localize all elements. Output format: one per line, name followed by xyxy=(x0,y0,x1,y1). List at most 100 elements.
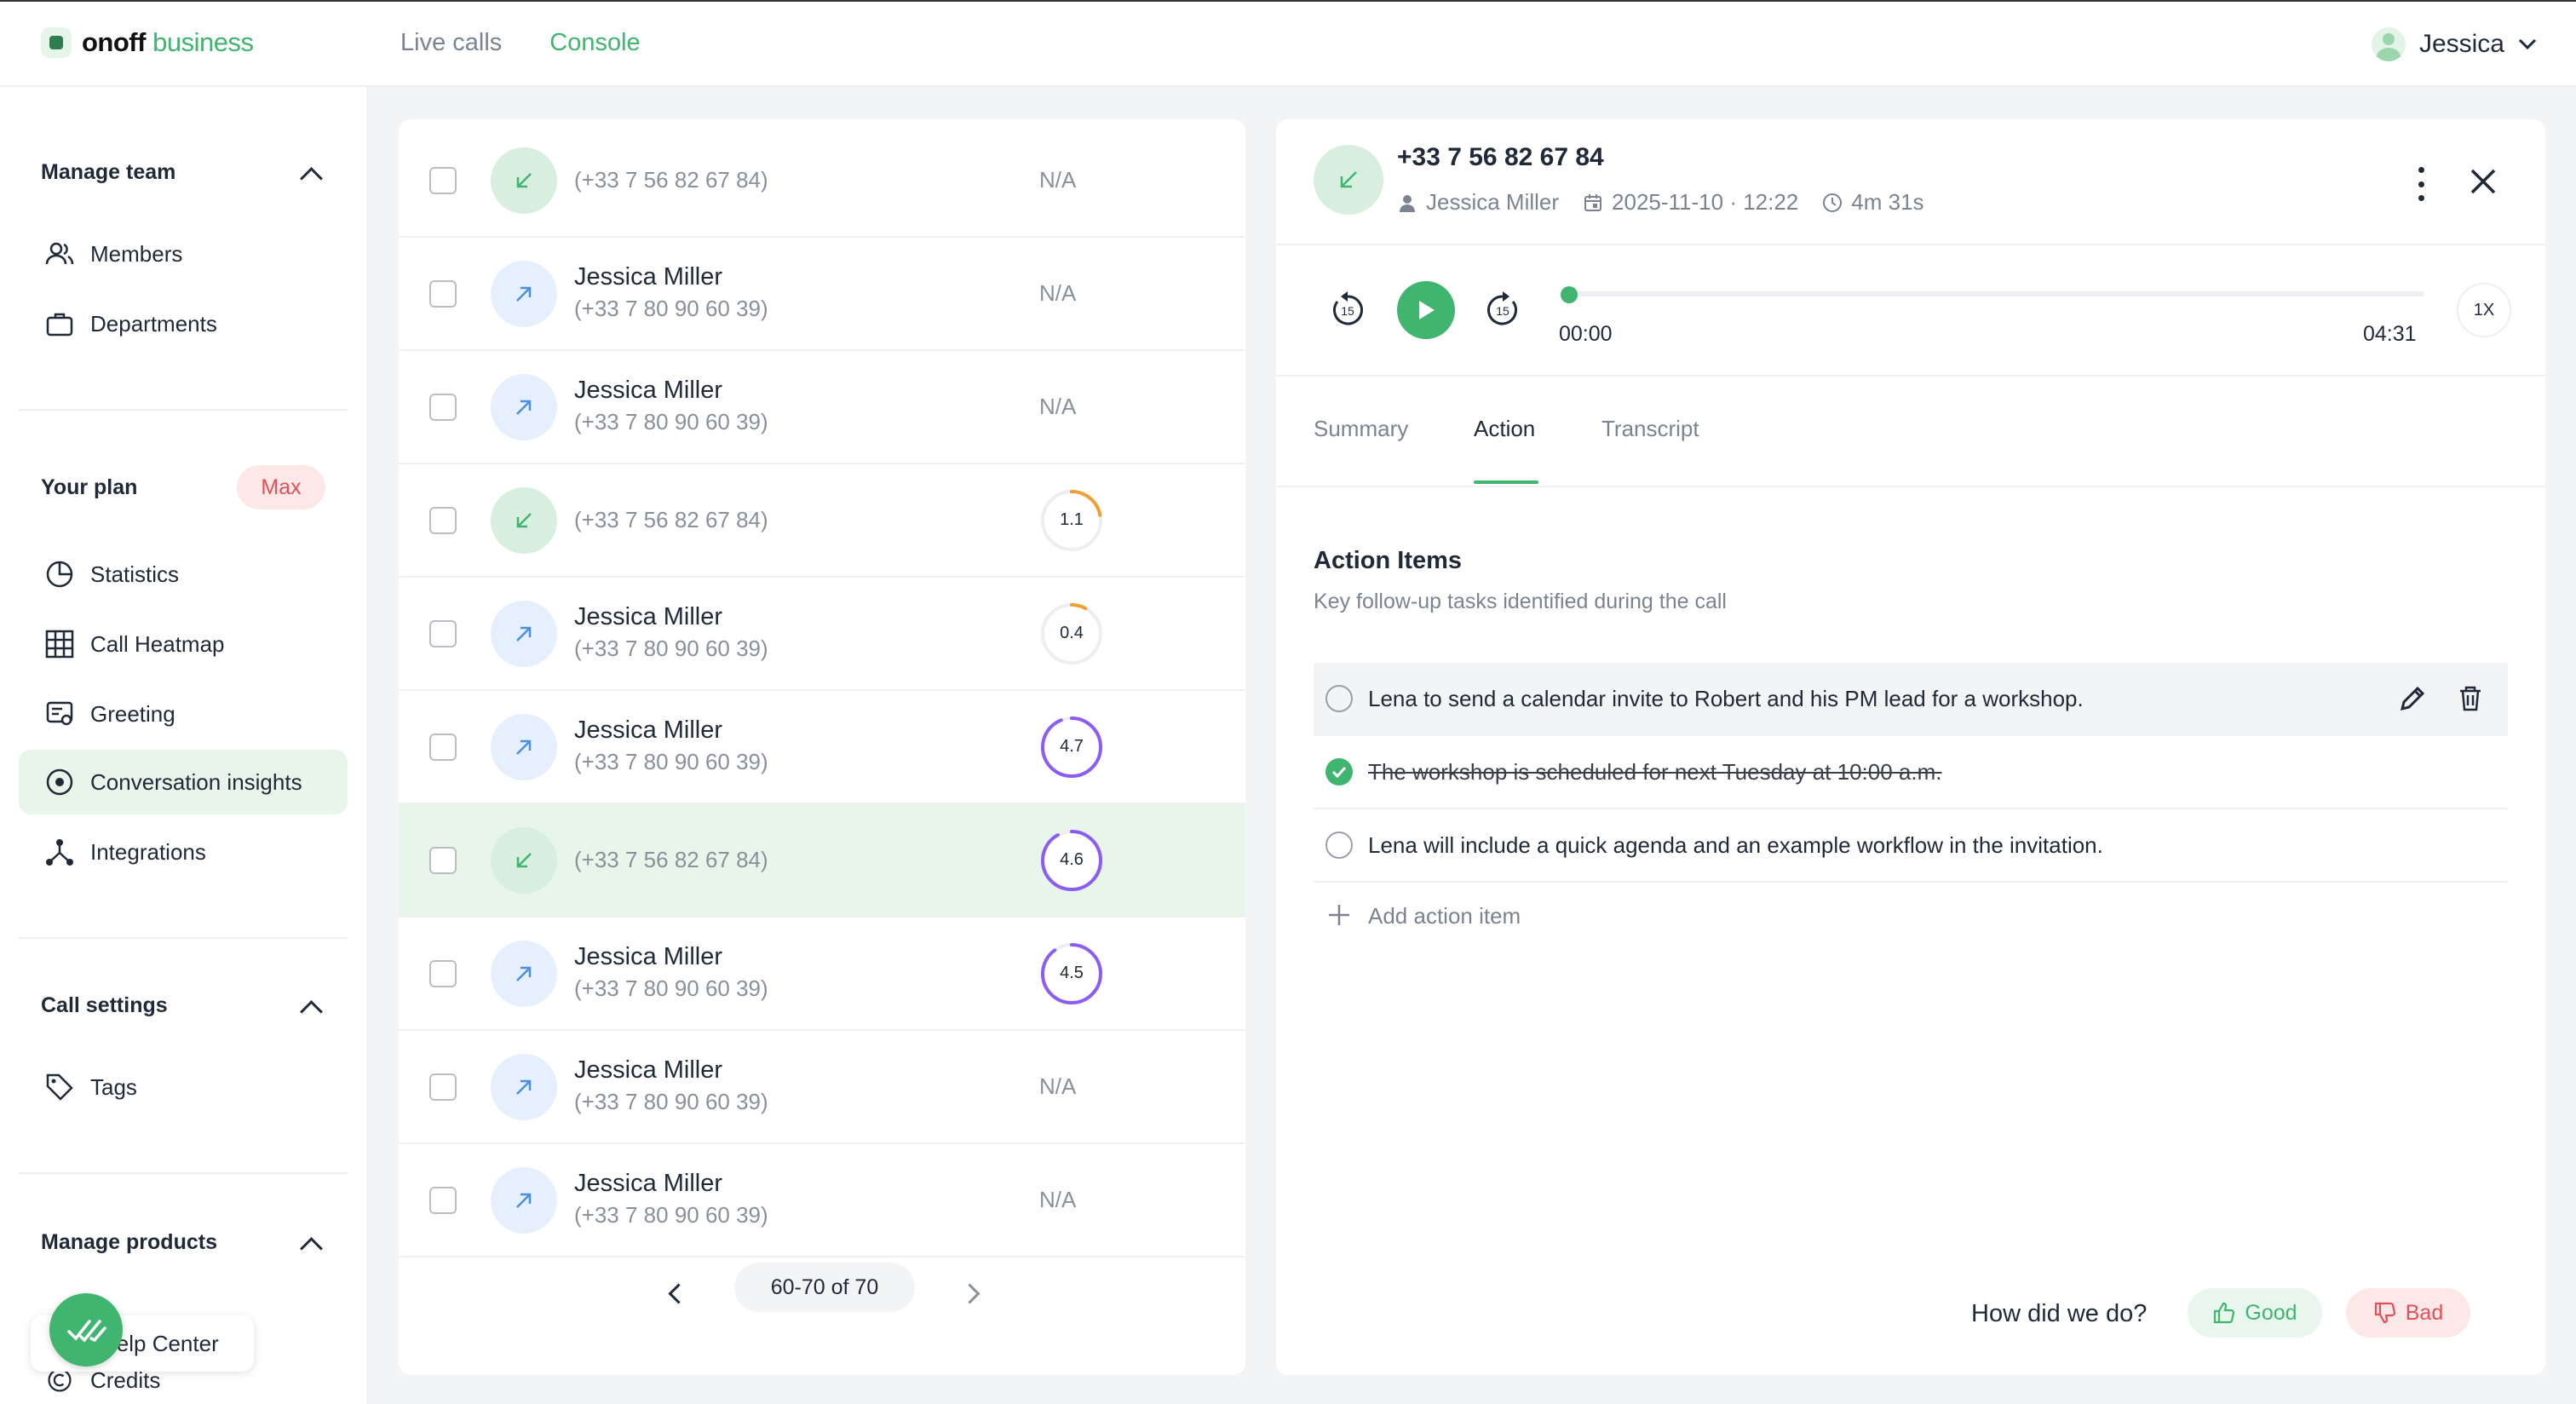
phone-number: (+33 7 80 90 60 39) xyxy=(574,1202,768,1228)
call-phone-number: +33 7 56 82 67 84 xyxy=(1397,143,1604,171)
sidebar-item-label: Members xyxy=(90,240,183,267)
avatar xyxy=(2371,27,2406,61)
outgoing-call-icon xyxy=(491,1053,557,1120)
row-checkbox[interactable] xyxy=(429,1186,457,1214)
contact-name: Jessica Miller xyxy=(574,263,723,291)
nav-live-calls[interactable]: Live calls xyxy=(400,29,502,57)
chevron-up-icon[interactable] xyxy=(300,1237,323,1260)
sidebar-item-conversation-insights[interactable]: Conversation insights xyxy=(19,750,348,814)
call-row[interactable]: Jessica Miller (+33 7 80 90 60 39) N/A xyxy=(399,351,1245,464)
skip-forward-button[interactable]: 15 xyxy=(1481,288,1525,332)
call-row[interactable]: Jessica Miller (+33 7 80 90 60 39) N/A xyxy=(399,1031,1245,1144)
row-checkbox[interactable] xyxy=(429,506,457,534)
action-items-title: Action Items xyxy=(1314,547,1463,574)
tab-action[interactable]: Action xyxy=(1474,416,1535,442)
section-title-your-plan: Your plan xyxy=(41,475,138,499)
rewind-15-icon: 15 xyxy=(1333,291,1363,325)
chevron-up-icon[interactable] xyxy=(300,167,323,190)
user-menu[interactable]: Jessica xyxy=(2371,27,2537,61)
contact-name: Jessica Miller xyxy=(574,716,723,744)
sidebar: Manage team Members Departments Your pla… xyxy=(0,87,366,1404)
score-ring: 4.6 xyxy=(1039,828,1104,893)
help-chat-button[interactable] xyxy=(49,1293,123,1367)
row-checkbox[interactable] xyxy=(429,733,457,761)
row-checkbox[interactable] xyxy=(429,846,457,874)
sidebar-item-members[interactable]: Members xyxy=(19,222,348,286)
divider xyxy=(19,409,348,411)
play-button[interactable] xyxy=(1397,281,1455,339)
brand-name-light: business xyxy=(152,27,254,57)
sidebar-item-label: Call Heatmap xyxy=(90,630,225,657)
action-checkbox-checked[interactable] xyxy=(1325,758,1353,785)
action-checkbox[interactable] xyxy=(1325,685,1353,712)
row-checkbox[interactable] xyxy=(429,393,457,421)
grid-icon xyxy=(43,627,77,661)
users-icon xyxy=(43,237,77,271)
pencil-icon[interactable] xyxy=(2395,682,2429,716)
call-row[interactable]: Jessica Miller (+33 7 80 90 60 39) N/A xyxy=(399,1144,1245,1257)
skip-back-button[interactable]: 15 xyxy=(1325,288,1370,332)
action-checkbox[interactable] xyxy=(1325,831,1353,859)
row-checkbox[interactable] xyxy=(429,959,457,987)
sidebar-item-call-heatmap[interactable]: Call Heatmap xyxy=(19,612,348,676)
close-icon[interactable] xyxy=(2469,167,2498,196)
nav-console[interactable]: Console xyxy=(549,29,640,57)
sidebar-item-tags[interactable]: Tags xyxy=(19,1055,348,1119)
more-options-icon[interactable] xyxy=(2411,167,2431,201)
row-checkbox[interactable] xyxy=(429,1073,457,1101)
current-time: 00:00 xyxy=(1559,322,1613,346)
outgoing-call-icon xyxy=(491,260,557,327)
section-title-manage-team: Manage team xyxy=(41,160,176,184)
trash-icon[interactable] xyxy=(2453,682,2487,716)
score-value: 4.7 xyxy=(1060,737,1084,756)
score-ring: 4.5 xyxy=(1039,941,1104,1006)
call-row[interactable]: Jessica Miller (+33 7 80 90 60 39) 0.4 xyxy=(399,578,1245,691)
check-icon xyxy=(1331,766,1347,778)
call-list: (+33 7 56 82 67 84) N/A Jessica Miller (+33… xyxy=(399,119,1245,1375)
tab-summary[interactable]: Summary xyxy=(1314,416,1408,442)
skip-forward-label: 15 xyxy=(1496,304,1509,318)
chevron-right-icon[interactable] xyxy=(959,1283,980,1304)
progress-thumb[interactable] xyxy=(1561,286,1578,303)
chevron-up-icon[interactable] xyxy=(300,1000,323,1023)
audio-player: 15 15 00:00 04:31 1X xyxy=(1276,244,2545,377)
feedback-bar: How did we do? Good Bad xyxy=(1971,1288,2516,1339)
row-checkbox[interactable] xyxy=(429,166,457,194)
brand-logo[interactable]: onoff business xyxy=(41,27,254,58)
phone-number: (+33 7 80 90 60 39) xyxy=(574,636,768,661)
call-row[interactable]: (+33 7 56 82 67 84) 4.6 xyxy=(399,804,1245,918)
call-row[interactable]: (+33 7 56 82 67 84) 1.1 xyxy=(399,464,1245,578)
call-row[interactable]: Jessica Miller (+33 7 80 90 60 39) 4.7 xyxy=(399,691,1245,804)
sidebar-item-departments[interactable]: Departments xyxy=(19,291,348,356)
sidebar-item-statistics[interactable]: Statistics xyxy=(19,542,348,607)
action-item[interactable]: Lena to send a calendar invite to Robert… xyxy=(1314,663,2508,736)
score-na: N/A xyxy=(1039,279,1077,306)
score-ring: 4.7 xyxy=(1039,715,1104,780)
contact-name: Jessica Miller xyxy=(574,943,723,970)
playback-speed-button[interactable]: 1X xyxy=(2457,283,2511,337)
progress-track[interactable] xyxy=(1562,291,2424,296)
action-item[interactable]: The workshop is scheduled for next Tuesd… xyxy=(1314,736,2508,809)
user-name: Jessica xyxy=(2418,30,2504,58)
incoming-call-icon xyxy=(1314,145,1383,215)
tab-transcript[interactable]: Transcript xyxy=(1601,416,1699,442)
target-icon xyxy=(43,765,77,799)
call-datetime: 2025-11-10 · 12:22 xyxy=(1612,189,1799,215)
good-feedback-button[interactable]: Good xyxy=(2188,1288,2322,1338)
add-action-item-button[interactable]: Add action item xyxy=(1314,886,1654,946)
chevron-left-icon[interactable] xyxy=(668,1283,689,1304)
bad-feedback-button[interactable]: Bad xyxy=(2346,1288,2470,1338)
call-detail-panel: +33 7 56 82 67 84 Jessica Miller 2025-11… xyxy=(1276,119,2545,1375)
action-item-text: The workshop is scheduled for next Tuesd… xyxy=(1368,759,1942,785)
call-row[interactable]: Jessica Miller (+33 7 80 90 60 39) N/A xyxy=(399,238,1245,351)
row-checkbox[interactable] xyxy=(429,619,457,647)
sidebar-item-integrations[interactable]: Integrations xyxy=(19,820,348,884)
action-item-text: Lena to send a calendar invite to Robert… xyxy=(1368,686,2084,711)
divider xyxy=(19,937,348,939)
call-row[interactable]: (+33 7 56 82 67 84) N/A xyxy=(399,124,1245,238)
sidebar-item-greeting[interactable]: Greeting xyxy=(19,682,348,746)
integrations-icon xyxy=(43,835,77,869)
call-row[interactable]: Jessica Miller (+33 7 80 90 60 39) 4.5 xyxy=(399,918,1245,1031)
action-item[interactable]: Lena will include a quick agenda and an … xyxy=(1314,809,2508,883)
row-checkbox[interactable] xyxy=(429,279,457,308)
